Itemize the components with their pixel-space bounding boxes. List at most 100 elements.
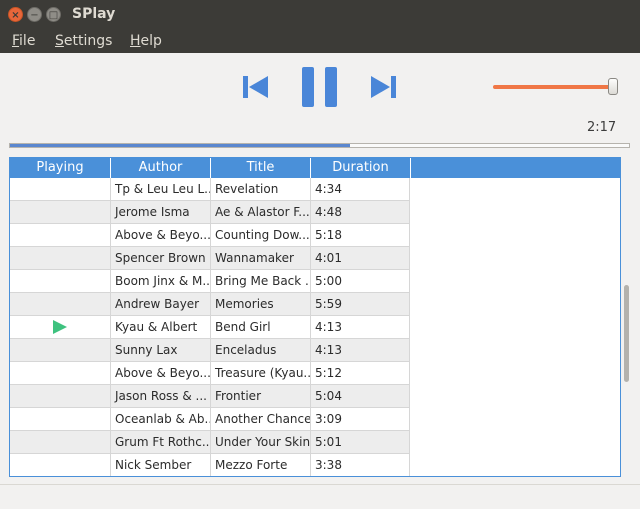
table-row[interactable]: Boom Jinx & M... Bring Me Back ... 5:00 [10, 270, 410, 293]
menu-settings-accel: S [55, 33, 64, 49]
cell-title: Memories [210, 293, 310, 316]
table-row[interactable]: Jerome Isma Ae & Alastor F... 4:48 [10, 201, 410, 224]
play-icon [53, 320, 67, 334]
cell-title: Another Chance [210, 408, 310, 431]
volume-handle[interactable] [608, 78, 618, 95]
status-bar [0, 484, 640, 509]
cell-duration: 5:59 [310, 293, 410, 316]
cell-playing [10, 316, 110, 339]
cell-author: Oceanlab & Ab... [110, 408, 210, 431]
cell-playing [10, 224, 110, 247]
menu-bar: File Settings Help [0, 30, 640, 53]
cell-duration: 4:48 [310, 201, 410, 224]
menu-help-label: elp [140, 33, 162, 49]
menu-settings-label: ettings [63, 33, 113, 49]
menu-file[interactable]: File [12, 33, 35, 49]
window-title: SPlay [72, 6, 116, 22]
cell-playing [10, 201, 110, 224]
table-row[interactable]: Andrew Bayer Memories 5:59 [10, 293, 410, 316]
table-row[interactable]: Jason Ross & ... Frontier 5:04 [10, 385, 410, 408]
cell-title: Bring Me Back ... [210, 270, 310, 293]
cell-duration: 4:13 [310, 339, 410, 362]
next-track-button[interactable] [368, 73, 398, 101]
column-header-playing[interactable]: Playing [10, 158, 111, 178]
table-row[interactable]: Nick Sember Mezzo Forte 3:38 [10, 454, 410, 476]
row-divider [10, 476, 410, 477]
cell-author: Above & Beyo... [110, 362, 210, 385]
cell-duration: 4:13 [310, 316, 410, 339]
previous-track-button[interactable] [241, 73, 271, 101]
cell-title: Counting Dow... [210, 224, 310, 247]
progress-fill [10, 144, 351, 147]
column-header-title[interactable]: Title [211, 158, 311, 178]
table-row[interactable]: Spencer Brown Wannamaker 4:01 [10, 247, 410, 270]
cell-playing [10, 362, 110, 385]
title-bar: × − □ SPlay [0, 0, 640, 30]
close-icon[interactable]: × [8, 7, 23, 22]
volume-slider[interactable] [493, 78, 623, 98]
cell-author: Above & Beyo... [110, 224, 210, 247]
cell-duration: 5:04 [310, 385, 410, 408]
cell-author: Andrew Bayer [110, 293, 210, 316]
menu-settings[interactable]: Settings [55, 33, 112, 49]
cell-duration: 5:01 [310, 431, 410, 454]
cell-title: Enceladus [210, 339, 310, 362]
scrollbar-thumb[interactable] [624, 285, 629, 382]
minimize-icon[interactable]: − [27, 7, 42, 22]
cell-author: Jerome Isma [110, 201, 210, 224]
cell-playing [10, 270, 110, 293]
volume-track[interactable] [493, 85, 613, 89]
pause-button[interactable] [300, 66, 340, 108]
cell-duration: 4:34 [310, 178, 410, 201]
table-row[interactable]: Kyau & Albert Bend Girl 4:13 [10, 316, 410, 339]
table-header: Playing Author Title Duration [10, 158, 620, 178]
cell-author: Grum Ft Rothc... [110, 431, 210, 454]
cell-duration: 3:38 [310, 454, 410, 476]
cell-title: Revelation [210, 178, 310, 201]
cell-author: Tp & Leu Leu L... [110, 178, 210, 201]
menu-help[interactable]: Help [130, 33, 162, 49]
table-row[interactable]: Grum Ft Rothc... Under Your Skin 5:01 [10, 431, 410, 454]
skip-previous-icon [243, 76, 268, 98]
cell-title: Ae & Alastor F... [210, 201, 310, 224]
cell-author: Kyau & Albert [110, 316, 210, 339]
skip-next-icon [371, 76, 396, 98]
table-row[interactable]: Above & Beyo... Counting Dow... 5:18 [10, 224, 410, 247]
table-row[interactable]: Above & Beyo... Treasure (Kyau... 5:12 [10, 362, 410, 385]
cell-playing [10, 454, 110, 476]
menu-help-accel: H [130, 33, 141, 49]
playlist-scrollbar[interactable] [623, 157, 631, 477]
cell-author: Jason Ross & ... [110, 385, 210, 408]
cell-playing [10, 339, 110, 362]
cell-author: Sunny Lax [110, 339, 210, 362]
cell-playing [10, 385, 110, 408]
cell-title: Mezzo Forte [210, 454, 310, 476]
table-row[interactable]: Oceanlab & Ab... Another Chance 3:09 [10, 408, 410, 431]
maximize-icon[interactable]: □ [46, 7, 61, 22]
column-header-author[interactable]: Author [111, 158, 211, 178]
cell-playing [10, 293, 110, 316]
elapsed-time: 2:17 [587, 120, 617, 135]
pause-icon [302, 67, 337, 107]
cell-duration: 3:09 [310, 408, 410, 431]
cell-playing [10, 178, 110, 201]
cell-author: Boom Jinx & M... [110, 270, 210, 293]
cell-title: Bend Girl [210, 316, 310, 339]
cell-title: Under Your Skin [210, 431, 310, 454]
cell-title: Wannamaker [210, 247, 310, 270]
cell-duration: 5:12 [310, 362, 410, 385]
cell-playing [10, 431, 110, 454]
cell-playing [10, 247, 110, 270]
playback-progress-bar[interactable] [9, 143, 630, 148]
cell-author: Nick Sember [110, 454, 210, 476]
table-row[interactable]: Tp & Leu Leu L... Revelation 4:34 [10, 178, 410, 201]
column-header-duration[interactable]: Duration [311, 158, 411, 178]
cell-title: Treasure (Kyau... [210, 362, 310, 385]
cell-duration: 5:18 [310, 224, 410, 247]
cell-duration: 4:01 [310, 247, 410, 270]
menu-file-label: ile [19, 33, 36, 49]
cell-author: Spencer Brown [110, 247, 210, 270]
cell-title: Frontier [210, 385, 310, 408]
playlist-table[interactable]: Playing Author Title Duration Tp & Leu L… [9, 157, 621, 477]
table-row[interactable]: Sunny Lax Enceladus 4:13 [10, 339, 410, 362]
